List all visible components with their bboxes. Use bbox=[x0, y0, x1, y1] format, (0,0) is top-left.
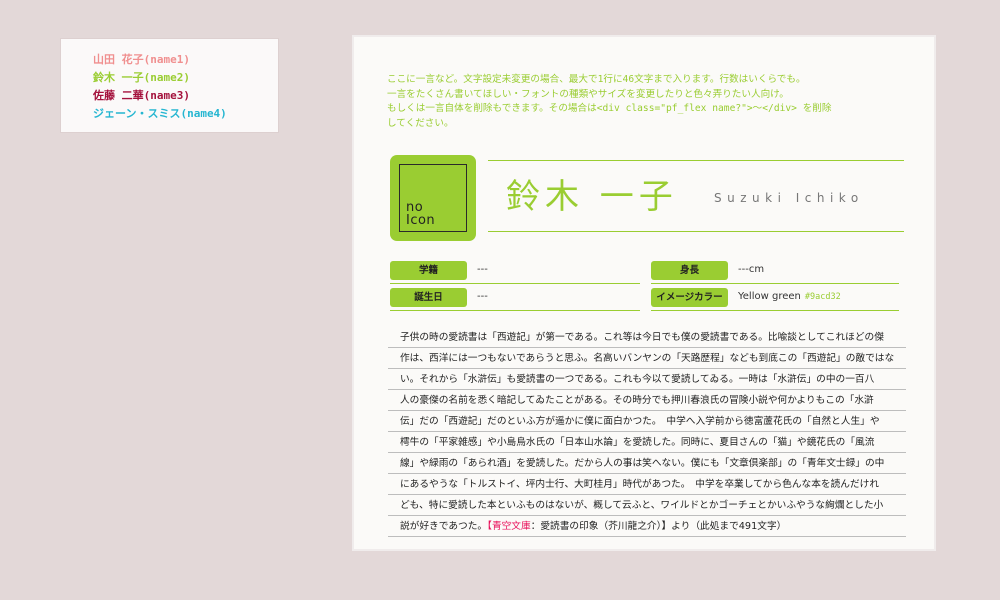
character-name: 鈴木 一子 bbox=[506, 177, 678, 217]
profile-icon: no Icon bbox=[390, 155, 476, 241]
intro-line: 一言をたくさん書いてほしい・フォントの種類やサイズを変更したりと色々弄りたい人向… bbox=[387, 88, 789, 100]
field-height: 身長 ---cm bbox=[651, 261, 899, 284]
intro-text: ここに一言など。文字設定未変更の場合、最大で1行に46文字まで入ります。行数はい… bbox=[387, 73, 907, 131]
character-name-roman: Suzuki Ichiko bbox=[714, 191, 864, 205]
last-line-prefix: 説が好きであつた。 bbox=[400, 521, 488, 532]
body-line: 作は、西洋には一つもないであらうと思ふ。名高いバンヤンの「天路歴程」なども到底こ… bbox=[388, 348, 906, 369]
nav-item-name4[interactable]: ジェーン・スミス(name4) bbox=[93, 105, 278, 123]
aozora-link[interactable]: 青空文庫 bbox=[492, 521, 531, 532]
body-line: 線」や緑雨の「あられ酒」を愛読した。だから人の事は笑へない。僕にも「文章倶楽部」… bbox=[388, 453, 906, 474]
field-birthday: 誕生日 --- bbox=[390, 288, 640, 311]
field-value-height: ---cm bbox=[738, 264, 765, 275]
character-nav: 山田 花子(name1) 鈴木 一子(name2) 佐藤 二華(name3) ジ… bbox=[60, 38, 279, 133]
nav-item-name3[interactable]: 佐藤 二華(name3) bbox=[93, 87, 278, 105]
profile-body: 子供の時の愛読書は「西遊記」が第一である。これ等は今日でも僕の愛読書である。比喩… bbox=[388, 327, 906, 537]
last-line-suffix: ：愛読書の印象（芥川龍之介）】より（此処まで491文字） bbox=[530, 521, 787, 532]
body-line: 樗牛の「平家雑感」や小島烏水氏の「日本山水論」を愛読した。同時に、夏目さんの「猫… bbox=[388, 432, 906, 453]
field-label-birthday: 誕生日 bbox=[390, 288, 467, 307]
intro-line: ここに一言など。文字設定未変更の場合、最大で1行に46文字まで入ります。行数はい… bbox=[387, 74, 806, 85]
intro-line: してください。 bbox=[387, 117, 454, 129]
image-color-name: Yellow green bbox=[738, 291, 801, 302]
no-icon-line2: Icon bbox=[406, 213, 436, 228]
field-value-birthday: --- bbox=[477, 291, 488, 302]
field-school: 学籍 --- bbox=[390, 261, 640, 284]
nav-item-name2[interactable]: 鈴木 一子(name2) bbox=[93, 69, 278, 87]
icon-frame: no Icon bbox=[399, 164, 467, 232]
field-label-school: 学籍 bbox=[390, 261, 467, 280]
intro-line: もしくは一言自体を削除もできます。その場合は<div class="pf_fle… bbox=[387, 103, 832, 114]
body-line: にあるやうな「トルストイ、坪内士行、大町桂月」時代があつた。 中学を卒業してから… bbox=[388, 474, 906, 495]
no-icon-label: no Icon bbox=[406, 201, 435, 227]
field-value-school: --- bbox=[477, 264, 488, 275]
field-label-image-color: イメージカラー bbox=[651, 288, 728, 307]
body-line-last: 説が好きであつた。【青空文庫：愛読書の印象（芥川龍之介）】より（此処まで491文… bbox=[388, 516, 906, 537]
image-color-code: #9acd32 bbox=[804, 292, 841, 302]
body-line: 子供の時の愛読書は「西遊記」が第一である。これ等は今日でも僕の愛読書である。比喩… bbox=[388, 327, 906, 348]
field-image-color: イメージカラー Yellow green #9acd32 bbox=[651, 288, 899, 311]
body-line: ども、特に愛読した本といふものはないが、概して云ふと、ワイルドとかゴーチェとかい… bbox=[388, 495, 906, 516]
profile-card: ここに一言など。文字設定未変更の場合、最大で1行に46文字まで入ります。行数はい… bbox=[352, 35, 936, 551]
field-label-height: 身長 bbox=[651, 261, 728, 280]
nav-item-name1[interactable]: 山田 花子(name1) bbox=[93, 51, 278, 69]
body-line: い。それから「水滸伝」も愛読書の一つである。これも今以て愛読してゐる。一時は「水… bbox=[388, 369, 906, 390]
body-line: 伝」だの「西遊記」だのといふ方が遥かに僕に面白かつた。 中学へ入学前から徳富蘆花… bbox=[388, 411, 906, 432]
body-line: 人の豪傑の名前を悉く暗記してゐたことがある。その時分でも押川春浪氏の冒険小説や何… bbox=[388, 390, 906, 411]
field-value-image-color: Yellow green #9acd32 bbox=[738, 291, 841, 302]
name-header: 鈴木 一子 Suzuki Ichiko bbox=[488, 160, 904, 232]
